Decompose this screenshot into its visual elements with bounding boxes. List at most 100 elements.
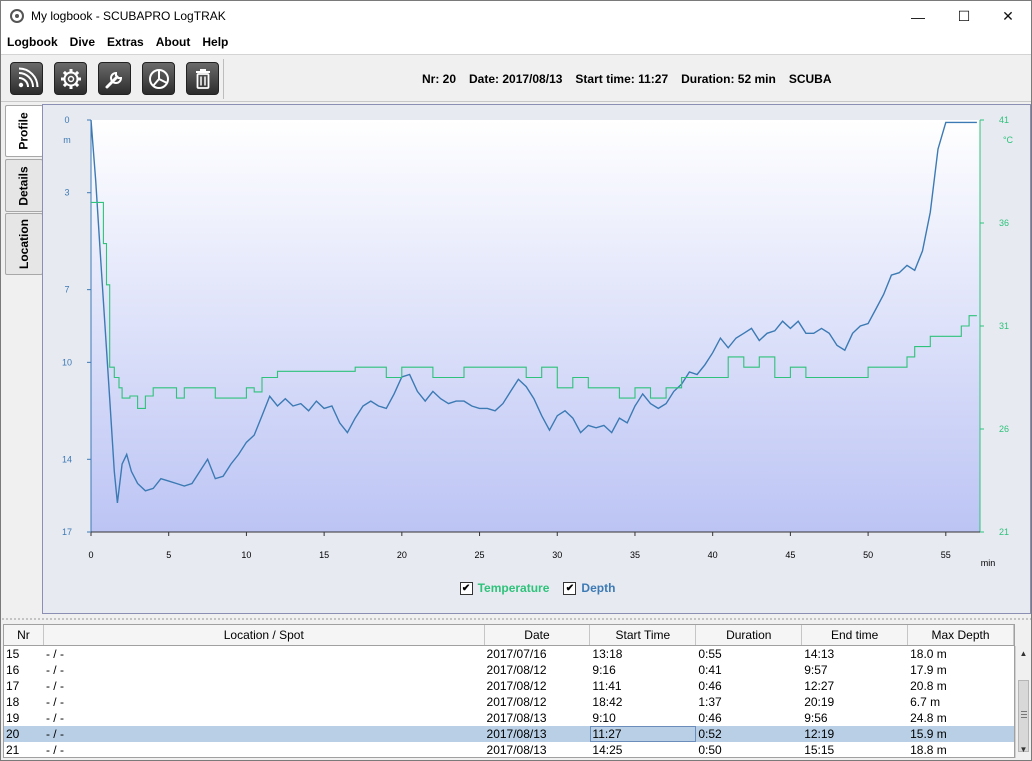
table-row[interactable]: 17- / -2017/08/12 11:41 0:46 12:27 20.8 m <box>4 678 1014 694</box>
table-cell[interactable]: 13:18 <box>590 646 696 662</box>
table-cell[interactable]: - / - <box>44 694 485 710</box>
menu-extras[interactable]: Extras <box>101 32 150 54</box>
table-cell[interactable]: - / - <box>44 710 485 726</box>
table-cell[interactable]: 9:10 <box>590 710 696 726</box>
table-cell[interactable]: 9:56 <box>802 710 908 726</box>
table-scrollbar[interactable]: ▲ ▼ <box>1015 646 1030 758</box>
dive-mode: SCUBA <box>788 72 832 86</box>
legend-temperature[interactable]: ✔ Temperature <box>459 581 549 595</box>
table-cell[interactable]: 9:16 <box>590 662 696 678</box>
table-cell[interactable]: 9:57 <box>802 662 908 678</box>
table-cell[interactable]: 17.9 m <box>908 662 1014 678</box>
table-cell[interactable]: 18.0 m <box>908 646 1014 662</box>
menu-about[interactable]: About <box>150 32 197 54</box>
table-row[interactable]: 20- / -2017/08/13 11:27 0:52 12:19 15.9 m <box>4 726 1014 742</box>
menu-help[interactable]: Help <box>196 32 234 54</box>
scroll-down-arrow-icon[interactable]: ▼ <box>1016 742 1031 757</box>
x-tick-label: 5 <box>166 550 171 560</box>
temperature-tick-label: 31 <box>999 321 1009 331</box>
table-row[interactable]: 21- / -2017/08/13 14:25 0:50 15:15 18.8 m <box>4 742 1014 757</box>
table-cell[interactable]: 20 <box>4 726 44 742</box>
tab-details[interactable]: Details <box>5 159 43 212</box>
minimize-button[interactable]: — <box>895 1 941 32</box>
scroll-up-arrow-icon[interactable]: ▲ <box>1016 646 1031 661</box>
table-cell[interactable]: - / - <box>44 742 485 757</box>
table-cell[interactable]: 0:41 <box>696 662 802 678</box>
table-cell[interactable]: 0:50 <box>696 742 802 757</box>
column-header-start-time[interactable]: Start Time <box>590 625 697 645</box>
table-cell[interactable]: - / - <box>44 678 485 694</box>
table-cell[interactable]: 12:27 <box>802 678 908 694</box>
table-cell[interactable]: 2017/08/13 <box>485 710 591 726</box>
tab-profile[interactable]: Profile <box>5 105 43 157</box>
table-cell[interactable]: 19 <box>4 710 44 726</box>
table-cell[interactable]: 11:27 <box>590 726 697 742</box>
column-header-nr[interactable]: Nr <box>4 625 44 645</box>
table-cell[interactable]: 18 <box>4 694 44 710</box>
table-cell[interactable]: 17 <box>4 678 44 694</box>
column-header-max-depth[interactable]: Max Depth <box>908 625 1014 645</box>
table-cell[interactable]: 2017/08/12 <box>485 662 591 678</box>
tools-button[interactable] <box>98 62 131 95</box>
temperature-checkbox[interactable]: ✔ <box>459 581 473 595</box>
table-cell[interactable]: 2017/08/12 <box>485 694 591 710</box>
table-row[interactable]: 16- / -2017/08/12 9:16 0:41 9:57 17.9 m <box>4 662 1014 678</box>
x-tick-label: 55 <box>941 550 951 560</box>
table-row[interactable]: 19- / -2017/08/13 9:10 0:46 9:56 24.8 m <box>4 710 1014 726</box>
toolbar: Nr: 20 Date: 2017/08/13 Start time: 11:2… <box>1 54 1031 102</box>
maximize-button[interactable]: ☐ <box>941 1 987 32</box>
table-cell[interactable]: 18.8 m <box>908 742 1014 757</box>
table-body: 15- / -2017/07/16 13:18 0:55 14:13 18.0 m 16-… <box>4 646 1014 757</box>
depth-tick-label: 0 <box>64 115 69 125</box>
column-header-date[interactable]: Date <box>485 625 591 645</box>
temperature-tick-label: 41 <box>999 115 1009 125</box>
table-cell[interactable]: - / - <box>44 646 485 662</box>
delete-dive-button[interactable] <box>186 62 219 95</box>
settings-button[interactable] <box>54 62 87 95</box>
table-cell[interactable]: 6.7 m <box>908 694 1014 710</box>
table-cell[interactable]: 14:25 <box>590 742 696 757</box>
temperature-tick-label: 26 <box>999 424 1009 434</box>
statistics-button[interactable] <box>142 62 175 95</box>
menu-logbook[interactable]: Logbook <box>1 32 64 54</box>
table-cell[interactable]: 0:46 <box>696 710 802 726</box>
panel-splitter[interactable] <box>1 614 1031 624</box>
table-cell[interactable]: 2017/08/13 <box>485 726 591 742</box>
table-cell[interactable]: 20.8 m <box>908 678 1014 694</box>
x-tick-label: 15 <box>319 550 329 560</box>
table-cell[interactable]: 2017/08/13 <box>485 742 591 757</box>
column-header-location-spot[interactable]: Location / Spot <box>44 625 485 645</box>
depth-axis-unit: m <box>63 135 71 145</box>
table-cell[interactable]: 1:37 <box>696 694 802 710</box>
table-cell[interactable]: - / - <box>44 726 485 742</box>
depth-tick-label: 14 <box>62 454 72 464</box>
close-button[interactable]: ✕ <box>985 1 1031 32</box>
table-cell[interactable]: 15 <box>4 646 44 662</box>
table-cell[interactable]: - / - <box>44 662 485 678</box>
table-row[interactable]: 18- / -2017/08/12 18:42 1:37 20:19 6.7 m <box>4 694 1014 710</box>
table-row[interactable]: 15- / -2017/07/16 13:18 0:55 14:13 18.0 m <box>4 646 1014 662</box>
table-cell[interactable]: 14:13 <box>802 646 908 662</box>
table-cell[interactable]: 0:46 <box>696 678 802 694</box>
download-dive-button[interactable] <box>10 62 43 95</box>
table-cell[interactable]: 15.9 m <box>908 726 1014 742</box>
table-cell[interactable]: 16 <box>4 662 44 678</box>
table-cell[interactable]: 21 <box>4 742 44 757</box>
table-cell[interactable]: 24.8 m <box>908 710 1014 726</box>
window-title: My logbook - SCUBAPRO LogTRAK <box>31 9 226 23</box>
table-cell[interactable]: 2017/07/16 <box>485 646 591 662</box>
table-cell[interactable]: 0:52 <box>696 726 802 742</box>
depth-checkbox[interactable]: ✔ <box>563 581 577 595</box>
table-cell[interactable]: 0:55 <box>696 646 802 662</box>
column-header-end-time[interactable]: End time <box>802 625 909 645</box>
legend-depth[interactable]: ✔ Depth <box>563 581 615 595</box>
table-cell[interactable]: 20:19 <box>802 694 908 710</box>
table-cell[interactable]: 2017/08/12 <box>485 678 591 694</box>
column-header-duration[interactable]: Duration <box>696 625 803 645</box>
table-cell[interactable]: 11:41 <box>590 678 696 694</box>
table-cell[interactable]: 12:19 <box>802 726 908 742</box>
tab-location[interactable]: Location <box>5 213 43 275</box>
menu-dive[interactable]: Dive <box>64 32 101 54</box>
table-cell[interactable]: 18:42 <box>590 694 696 710</box>
table-cell[interactable]: 15:15 <box>802 742 908 757</box>
